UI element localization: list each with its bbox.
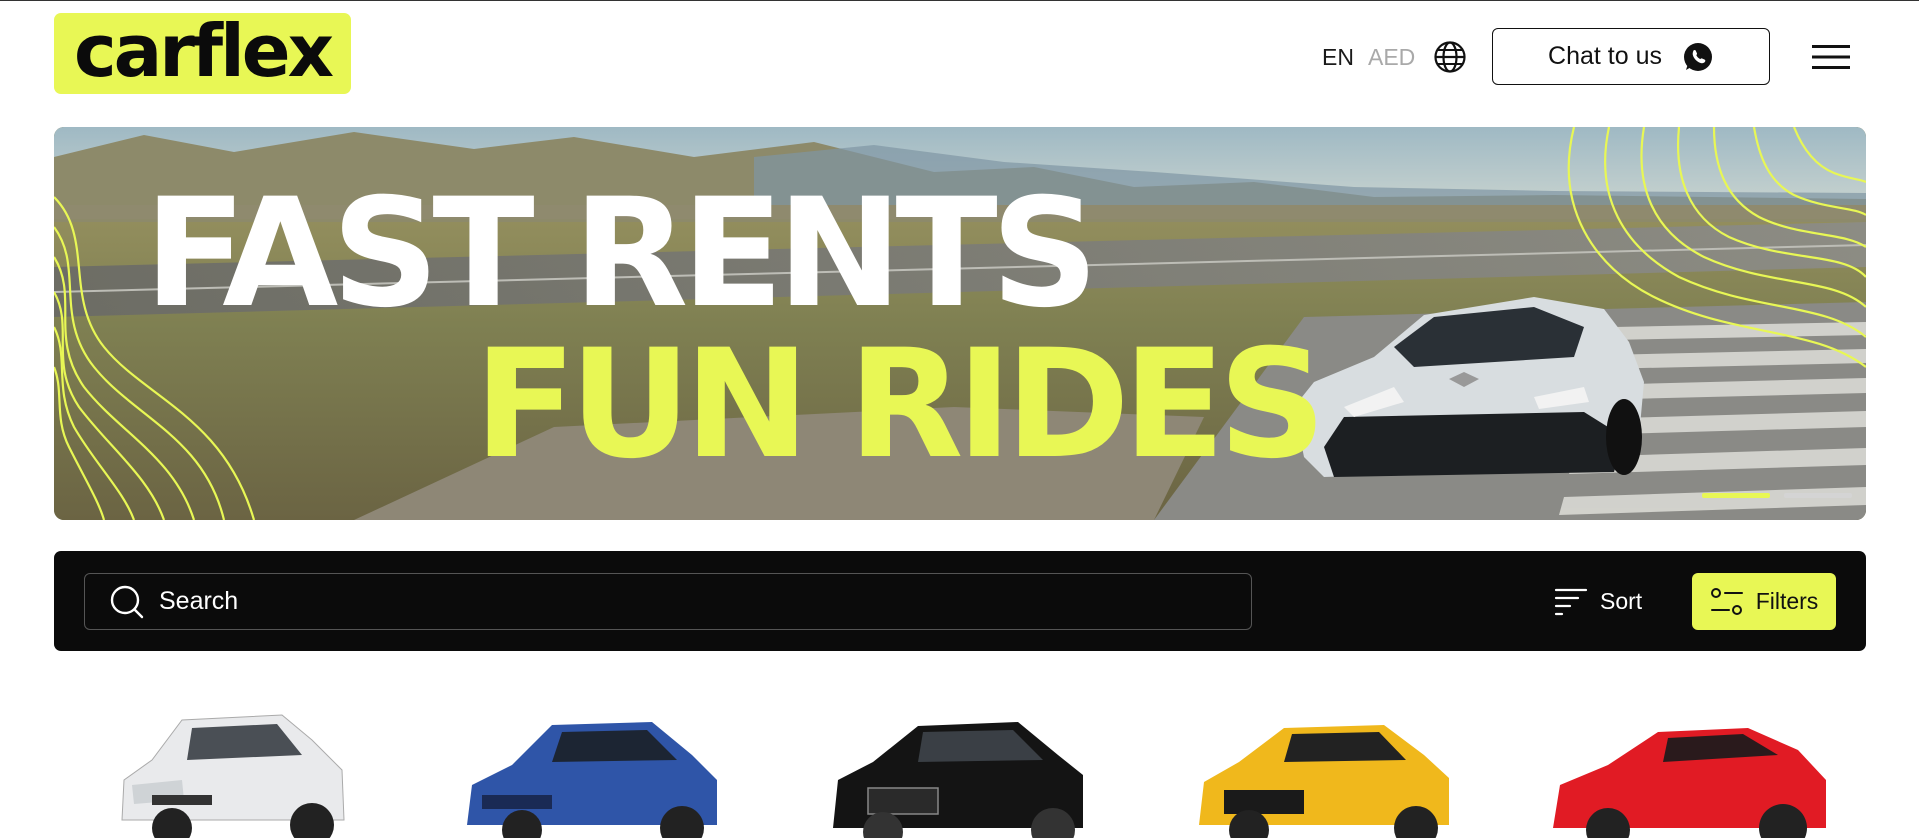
currency-selector[interactable]: AED (1368, 44, 1415, 71)
search-icon (110, 585, 144, 618)
chat-label: Chat to us (1548, 42, 1662, 70)
search-input[interactable] (159, 587, 1059, 616)
logo-text: carflex (73, 8, 334, 93)
carflex-logo[interactable]: carflex (54, 13, 351, 94)
car-thumbnail-4[interactable] (1194, 700, 1454, 838)
search-toolbar: Sort Filters (54, 551, 1866, 651)
top-border (0, 0, 1919, 1)
hamburger-menu-icon[interactable] (1812, 43, 1850, 71)
hero-headline-line2: FUN RIDES (474, 318, 1326, 492)
car-thumbnail-2[interactable] (462, 700, 722, 838)
whatsapp-icon (1683, 42, 1712, 71)
filters-icon (1710, 587, 1743, 615)
language-selector[interactable]: EN (1322, 44, 1354, 71)
sort-label: Sort (1600, 587, 1643, 614)
hero-headline-line1: FAST RENTS (144, 167, 1099, 341)
search-field[interactable] (84, 573, 1252, 630)
carousel-dot-1[interactable] (1702, 493, 1770, 498)
filters-label: Filters (1755, 588, 1819, 614)
car-thumbnail-1[interactable] (112, 700, 352, 838)
carousel-dot-2[interactable] (1784, 493, 1852, 498)
hero-banner: FAST RENTS FUN RIDES (54, 127, 1866, 520)
filters-button[interactable]: Filters (1692, 573, 1836, 630)
globe-icon[interactable] (1433, 40, 1467, 74)
sort-icon (1554, 588, 1588, 616)
chat-to-us-button[interactable]: Chat to us (1492, 28, 1770, 85)
sort-button[interactable]: Sort (1554, 577, 1642, 625)
car-thumbnail-3[interactable] (828, 700, 1088, 838)
car-thumbnail-5[interactable] (1548, 700, 1828, 838)
